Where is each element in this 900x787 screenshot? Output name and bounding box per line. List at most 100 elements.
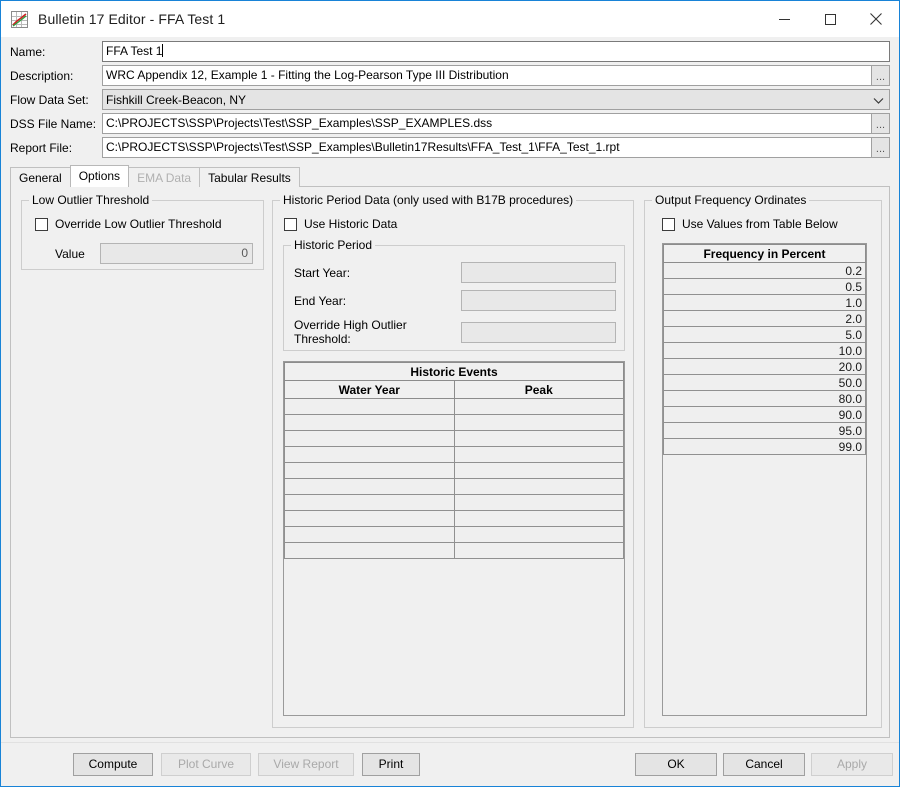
table-row[interactable]: 20.0: [663, 358, 866, 375]
name-label: Name:: [10, 44, 46, 59]
use-values-from-table-row[interactable]: Use Values from Table Below: [662, 217, 838, 231]
frequency-cell[interactable]: 95.0: [663, 422, 866, 439]
cell-water-year[interactable]: [284, 478, 455, 495]
low-outlier-value-input[interactable]: 0: [100, 243, 253, 264]
use-values-from-table-label: Use Values from Table Below: [682, 217, 838, 231]
frequency-cell[interactable]: 0.2: [663, 262, 866, 279]
tab-bar: General Options EMA Data Tabular Results: [10, 165, 899, 187]
override-high-outlier-row: Override High Outlier Threshold:: [294, 318, 616, 346]
table-row[interactable]: [284, 542, 624, 559]
cell-peak[interactable]: [453, 398, 624, 415]
table-row[interactable]: [284, 462, 624, 479]
flow-data-set-select[interactable]: Fishkill Creek-Beacon, NY: [102, 89, 890, 110]
cell-peak[interactable]: [453, 494, 624, 511]
historic-events-col-peak: Peak: [453, 380, 624, 399]
flow-data-set-value: Fishkill Creek-Beacon, NY: [106, 92, 247, 107]
compute-button[interactable]: Compute: [73, 753, 153, 776]
close-button[interactable]: [853, 1, 899, 37]
cell-water-year[interactable]: [284, 510, 455, 527]
table-row[interactable]: 99.0: [663, 438, 866, 455]
low-outlier-value-row: Value 0: [55, 243, 253, 264]
low-outlier-value-label: Value: [55, 246, 85, 261]
chart-line-icon: [11, 10, 28, 28]
view-report-button: View Report: [258, 753, 354, 776]
low-outlier-threshold-group-label: Low Outlier Threshold: [29, 193, 153, 207]
frequency-cell[interactable]: 50.0: [663, 374, 866, 391]
table-row[interactable]: 0.2: [663, 262, 866, 279]
table-row[interactable]: [284, 510, 624, 527]
dss-file-name-input[interactable]: C:\PROJECTS\SSP\Projects\Test\SSP_Exampl…: [102, 113, 872, 134]
table-row[interactable]: 95.0: [663, 422, 866, 439]
cell-water-year[interactable]: [284, 462, 455, 479]
cell-water-year[interactable]: [284, 398, 455, 415]
maximize-button[interactable]: [807, 1, 853, 37]
description-browse-button[interactable]: ...: [872, 65, 890, 86]
table-row[interactable]: 5.0: [663, 326, 866, 343]
frequency-cell[interactable]: 1.0: [663, 294, 866, 311]
title-bar: Bulletin 17 Editor - FFA Test 1: [1, 1, 899, 37]
cell-water-year[interactable]: [284, 414, 455, 431]
cell-peak[interactable]: [453, 510, 624, 527]
override-low-outlier-row[interactable]: Override Low Outlier Threshold: [35, 217, 222, 231]
frequency-cell[interactable]: 10.0: [663, 342, 866, 359]
frequency-cell[interactable]: 2.0: [663, 310, 866, 327]
table-row[interactable]: 80.0: [663, 390, 866, 407]
table-row[interactable]: 50.0: [663, 374, 866, 391]
end-year-input[interactable]: [461, 290, 616, 311]
table-row[interactable]: 90.0: [663, 406, 866, 423]
minimize-button[interactable]: [761, 1, 807, 37]
cell-peak[interactable]: [453, 462, 624, 479]
table-row[interactable]: 10.0: [663, 342, 866, 359]
cell-water-year[interactable]: [284, 526, 455, 543]
report-file-browse-button[interactable]: ...: [872, 137, 890, 158]
table-row[interactable]: [284, 446, 624, 463]
start-year-row: Start Year:: [294, 262, 616, 283]
frequency-cell[interactable]: 5.0: [663, 326, 866, 343]
cell-water-year[interactable]: [284, 494, 455, 511]
tab-general[interactable]: General: [10, 167, 71, 187]
cell-water-year[interactable]: [284, 542, 455, 559]
table-row[interactable]: [284, 414, 624, 431]
table-row[interactable]: [284, 398, 624, 415]
cell-peak[interactable]: [453, 430, 624, 447]
report-file-input[interactable]: C:\PROJECTS\SSP\Projects\Test\SSP_Exampl…: [102, 137, 872, 158]
frequency-cell[interactable]: 20.0: [663, 358, 866, 375]
table-row[interactable]: 1.0: [663, 294, 866, 311]
use-historic-data-row[interactable]: Use Historic Data: [284, 217, 397, 231]
tab-ema-data: EMA Data: [128, 167, 201, 187]
cancel-button[interactable]: Cancel: [723, 753, 805, 776]
description-input[interactable]: WRC Appendix 12, Example 1 - Fitting the…: [102, 65, 872, 86]
table-row[interactable]: 2.0: [663, 310, 866, 327]
ok-button[interactable]: OK: [635, 753, 717, 776]
cell-water-year[interactable]: [284, 446, 455, 463]
table-row[interactable]: [284, 526, 624, 543]
table-row[interactable]: 0.5: [663, 278, 866, 295]
table-row[interactable]: [284, 494, 624, 511]
cell-water-year[interactable]: [284, 430, 455, 447]
frequency-cell[interactable]: 99.0: [663, 438, 866, 455]
dss-file-browse-button[interactable]: ...: [872, 113, 890, 134]
tab-tabular-results[interactable]: Tabular Results: [199, 167, 300, 187]
start-year-input[interactable]: [461, 262, 616, 283]
print-button[interactable]: Print: [362, 753, 420, 776]
tab-options[interactable]: Options: [69, 165, 130, 187]
override-low-outlier-checkbox[interactable]: [35, 217, 48, 231]
table-row[interactable]: [284, 478, 624, 495]
cell-peak[interactable]: [453, 478, 624, 495]
cell-peak[interactable]: [453, 414, 624, 431]
historic-events-table[interactable]: Historic Events Water Year Peak: [283, 361, 625, 716]
options-tab-panel: Low Outlier Threshold Override Low Outli…: [10, 186, 890, 738]
frequency-cell[interactable]: 0.5: [663, 278, 866, 295]
override-high-outlier-input[interactable]: [461, 321, 616, 343]
cell-peak[interactable]: [453, 542, 624, 559]
frequency-cell[interactable]: 90.0: [663, 406, 866, 423]
historic-events-col-water-year: Water Year: [284, 380, 455, 399]
frequency-ordinates-table[interactable]: Frequency in Percent 0.2 0.5 1.0 2.0 5.0…: [662, 243, 867, 716]
table-row[interactable]: [284, 430, 624, 447]
name-input[interactable]: FFA Test 1: [102, 41, 890, 62]
use-values-from-table-checkbox[interactable]: [662, 217, 675, 231]
cell-peak[interactable]: [453, 526, 624, 543]
frequency-cell[interactable]: 80.0: [663, 390, 866, 407]
cell-peak[interactable]: [453, 446, 624, 463]
use-historic-data-checkbox[interactable]: [284, 217, 297, 231]
